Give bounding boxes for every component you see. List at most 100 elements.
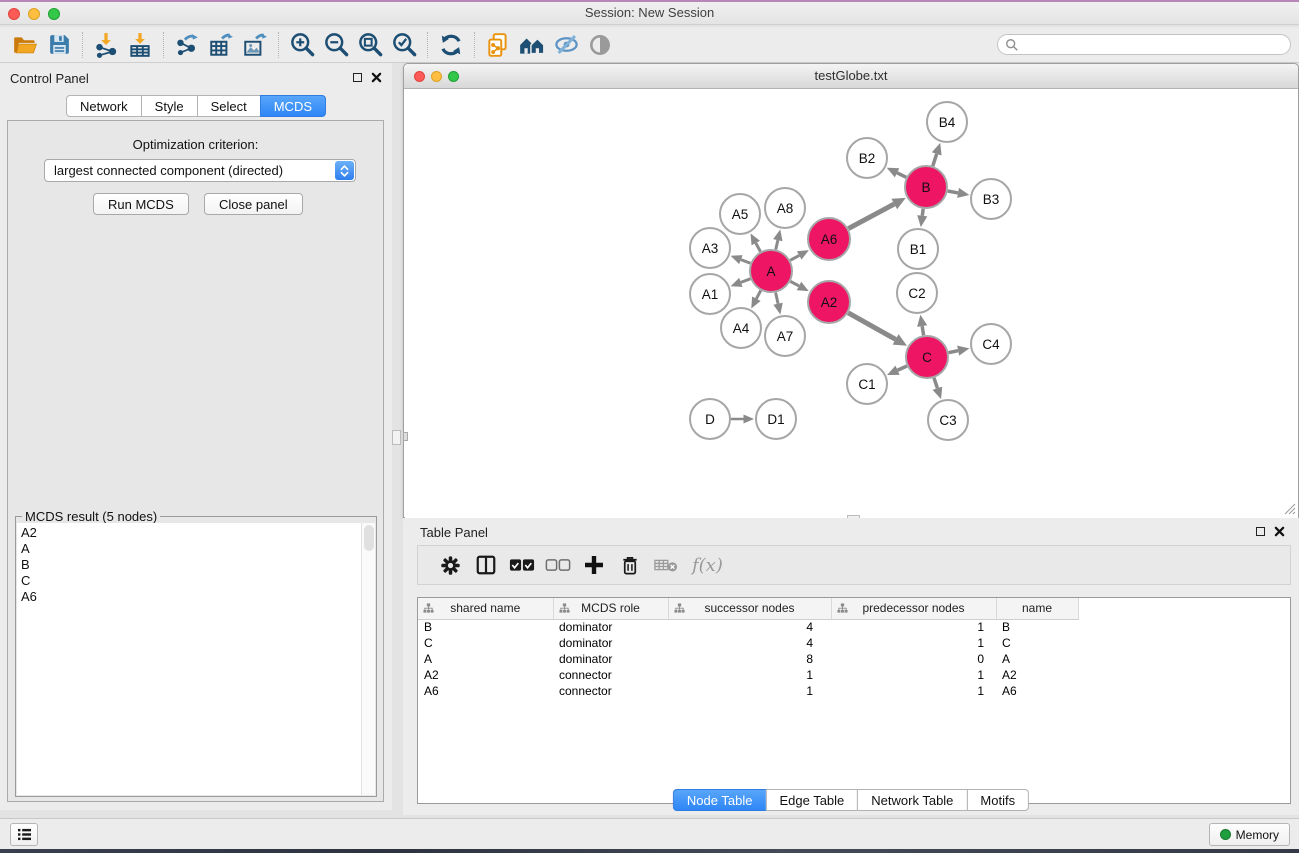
float-panel-icon[interactable]: [1256, 527, 1265, 536]
minimize-window-button[interactable]: [28, 8, 40, 20]
first-neighbors-button[interactable]: [515, 30, 549, 60]
edge-A-A2[interactable]: [790, 281, 799, 286]
edge-A2-C[interactable]: [848, 313, 895, 340]
zoom-window-button[interactable]: [48, 8, 60, 20]
close-view-button[interactable]: [414, 71, 425, 82]
node-label-B: B: [921, 180, 930, 195]
close-panel-button[interactable]: Close panel: [204, 193, 303, 215]
save-floppy-icon: [47, 32, 72, 57]
table-row[interactable]: Cdominator41C: [418, 635, 1078, 651]
tab-style[interactable]: Style: [141, 95, 198, 117]
import-network-button[interactable]: [89, 30, 123, 60]
tab-mcds[interactable]: MCDS: [260, 95, 326, 117]
edge-C-C4[interactable]: [949, 351, 959, 353]
zoom-view-button[interactable]: [448, 71, 459, 82]
tab-node-table[interactable]: Node Table: [673, 789, 767, 811]
network-canvas[interactable]: B4B2BB3A8A5A6A3B1AC2A1A2A4A7C4CC1C3DD1: [405, 90, 1298, 518]
network-window-titlebar[interactable]: testGlobe.txt: [404, 64, 1298, 89]
edge-B-B2[interactable]: [897, 173, 906, 178]
close-window-button[interactable]: [8, 8, 20, 20]
toolbar-separator: [163, 32, 164, 58]
table-toolbar: f(x): [417, 545, 1291, 585]
edge-A-A3[interactable]: [741, 260, 751, 264]
zoom-out-button[interactable]: [319, 30, 353, 60]
arrowhead-icon: [731, 278, 743, 287]
delete-columns-button[interactable]: [612, 549, 648, 581]
table-row[interactable]: Adominator80A: [418, 651, 1078, 667]
open-session-button[interactable]: [8, 30, 42, 60]
function-builder-label[interactable]: f(x): [692, 555, 723, 576]
zoom-in-button[interactable]: [285, 30, 319, 60]
minimize-view-button[interactable]: [431, 71, 442, 82]
result-item[interactable]: C: [21, 573, 361, 589]
column-header-predecessor-nodes[interactable]: predecessor nodes: [831, 598, 996, 619]
resize-grip-icon[interactable]: [1284, 503, 1296, 515]
edge-A-A8[interactable]: [776, 240, 778, 249]
edge-C-C1[interactable]: [898, 366, 907, 370]
result-item[interactable]: A: [21, 541, 361, 557]
memory-button[interactable]: Memory: [1209, 823, 1290, 846]
import-table-button[interactable]: [123, 30, 157, 60]
result-scrollbar[interactable]: [361, 523, 375, 795]
edge-A-A7[interactable]: [776, 293, 778, 304]
hide-selected-button[interactable]: [549, 30, 583, 60]
tab-network-table[interactable]: Network Table: [857, 789, 967, 811]
panel-divider-handle[interactable]: [392, 430, 401, 445]
zoom-fit-button[interactable]: [353, 30, 387, 60]
export-table-button[interactable]: [204, 30, 238, 60]
edge-C-C2[interactable]: [922, 326, 923, 335]
close-panel-icon[interactable]: [371, 72, 382, 83]
edge-A-A6[interactable]: [790, 255, 799, 260]
deselect-all-button[interactable]: [540, 549, 576, 581]
table-row[interactable]: A6connector11A6: [418, 683, 1078, 699]
tab-motifs[interactable]: Motifs: [966, 789, 1029, 811]
export-network-button[interactable]: [170, 30, 204, 60]
edge-B-B3[interactable]: [948, 191, 958, 193]
close-panel-icon[interactable]: [1274, 526, 1285, 537]
criterion-dropdown[interactable]: largest connected component (directed): [44, 159, 356, 182]
float-panel-icon[interactable]: [353, 73, 362, 82]
edge-B-B4[interactable]: [933, 154, 937, 166]
result-item[interactable]: B: [21, 557, 361, 573]
save-session-button[interactable]: [42, 30, 76, 60]
select-all-button[interactable]: [504, 549, 540, 581]
table-row[interactable]: A2connector11A2: [418, 667, 1078, 683]
table-row[interactable]: Bdominator41B: [418, 619, 1078, 635]
edge-A-A4[interactable]: [756, 290, 760, 298]
edge-B-B1[interactable]: [922, 209, 923, 216]
column-header-successor-nodes[interactable]: successor nodes: [668, 598, 831, 619]
task-history-button[interactable]: [10, 823, 38, 846]
node-label-B3: B3: [983, 192, 1000, 207]
node-label-C2: C2: [908, 286, 925, 301]
edge-A-A1[interactable]: [741, 279, 751, 283]
edge-A6-B[interactable]: [848, 204, 894, 229]
search-input[interactable]: [997, 34, 1291, 55]
column-header-shared-name[interactable]: shared name: [418, 598, 553, 619]
tab-edge-table[interactable]: Edge Table: [765, 789, 858, 811]
zoom-selected-button[interactable]: [387, 30, 421, 60]
arrowhead-icon: [932, 143, 942, 156]
column-header-name[interactable]: name: [996, 598, 1078, 619]
result-item[interactable]: A2: [21, 525, 361, 541]
mcds-result-list[interactable]: A2ABCA6: [17, 523, 361, 795]
node-label-C4: C4: [982, 337, 1000, 352]
export-image-button[interactable]: [238, 30, 272, 60]
result-item[interactable]: A6: [21, 589, 361, 605]
add-column-button[interactable]: [576, 549, 612, 581]
node-table-grid[interactable]: shared nameMCDS rolesuccessor nodesprede…: [418, 598, 1079, 699]
network-from-selection-button[interactable]: [481, 30, 515, 60]
arrowhead-icon: [933, 387, 943, 400]
tab-network[interactable]: Network: [66, 95, 142, 117]
show-columns-button[interactable]: [468, 549, 504, 581]
table-options-button[interactable]: [432, 549, 468, 581]
run-mcds-button[interactable]: Run MCDS: [93, 193, 189, 215]
apply-layout-button[interactable]: [434, 30, 468, 60]
dropdown-stepper-icon: [335, 161, 354, 180]
tab-select[interactable]: Select: [197, 95, 261, 117]
edge-A-A5[interactable]: [756, 243, 761, 252]
column-header-MCDS-role[interactable]: MCDS role: [553, 598, 668, 619]
edge-C-C3[interactable]: [934, 378, 937, 388]
delete-table-button[interactable]: [648, 549, 684, 581]
show-selected-button[interactable]: [583, 30, 617, 60]
main-toolbar: [0, 27, 1299, 63]
